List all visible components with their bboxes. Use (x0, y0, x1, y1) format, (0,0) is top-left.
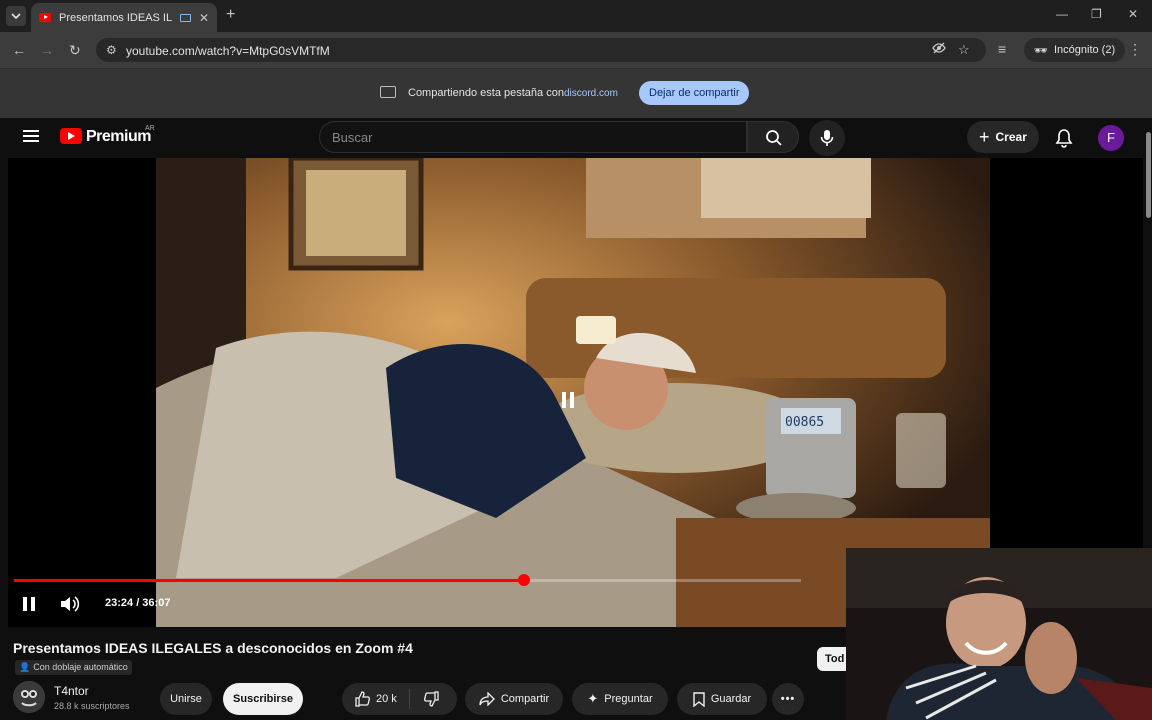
ask-button[interactable]: ✦ Preguntar (572, 683, 668, 715)
webcam-feed (846, 548, 1152, 720)
incognito-label: Incógnito (2) (1053, 44, 1116, 56)
media-controls-icon[interactable]: ≡ (998, 41, 1006, 57)
incognito-badge[interactable]: 🕶 Incógnito (2) (1024, 38, 1126, 62)
tab-sharing-infobar: Compartiendo esta pestaña con discord.co… (0, 68, 1152, 118)
back-icon[interactable]: ← (12, 42, 26, 58)
share-label: Compartir (500, 693, 550, 705)
progress-bar[interactable] (14, 574, 801, 586)
tab-search-button[interactable] (6, 6, 26, 26)
sharing-domain-link[interactable]: discord.com (564, 88, 618, 99)
channel-avatar[interactable] (13, 681, 45, 713)
minimize-icon[interactable]: — (1056, 7, 1068, 21)
screen-share-icon (380, 86, 396, 98)
tab-title: Presentamos IDEAS ILEGAL (59, 11, 172, 24)
subscriber-count: 28.8 k suscriptores (54, 701, 130, 711)
voice-search-button[interactable] (809, 120, 845, 156)
search-icon (766, 130, 782, 146)
reload-icon[interactable]: ↻ (69, 42, 81, 59)
pause-indicator-icon (562, 392, 574, 408)
ask-label: Preguntar (604, 693, 653, 705)
incognito-icon: 🕶 (1034, 44, 1048, 57)
account-avatar[interactable]: F (1098, 125, 1124, 151)
tab-close-icon[interactable]: ✕ (199, 11, 209, 25)
sharing-text: Compartiendo esta pestaña con (408, 87, 564, 99)
like-dislike-group: 20 k (342, 683, 457, 715)
youtube-premium-logo[interactable]: Premium (86, 128, 151, 146)
dislike-icon[interactable] (423, 691, 440, 707)
join-button[interactable]: Unirse (160, 683, 212, 715)
url-text[interactable]: youtube.com/watch?v=MtpG0sVMTfM (126, 44, 330, 58)
scrollbar-thumb[interactable] (1146, 132, 1151, 218)
progress-scrubber[interactable] (517, 574, 530, 586)
eye-off-icon[interactable] (932, 42, 946, 57)
restore-icon[interactable]: ❐ (1091, 7, 1102, 21)
plus-icon: + (979, 126, 990, 147)
like-count[interactable]: 20 k (376, 693, 397, 705)
sparkle-icon: ✦ (587, 691, 599, 706)
video-title: Presentamos IDEAS ILEGALES a desconocido… (13, 640, 413, 656)
share-button[interactable]: Compartir (465, 683, 563, 715)
search-placeholder: Buscar (332, 130, 373, 145)
country-code: AR (145, 125, 155, 132)
tab-strip: Presentamos IDEAS ILEGAL ✕ + — ❐ ✕ (0, 0, 1152, 32)
more-actions-button[interactable]: ••• (772, 683, 804, 715)
microphone-icon (820, 130, 834, 146)
like-icon[interactable] (354, 691, 370, 707)
browser-tab-active[interactable]: Presentamos IDEAS ILEGAL ✕ (31, 3, 217, 32)
site-info-icon[interactable]: ⚙ (106, 43, 117, 57)
new-tab-button[interactable]: + (226, 6, 235, 24)
volume-icon[interactable] (60, 595, 82, 613)
notifications-bell-icon[interactable] (1055, 128, 1073, 148)
auto-dub-badge: 👤 Con doblaje automático (15, 660, 132, 675)
pause-button-icon[interactable] (21, 596, 37, 612)
tab-sharing-icon (179, 13, 191, 22)
dub-person-icon: 👤 (19, 662, 31, 672)
search-button[interactable] (747, 121, 799, 153)
search-input[interactable]: Buscar (319, 121, 747, 153)
bookmark-star-icon[interactable]: ☆ (958, 42, 970, 58)
save-button[interactable]: Guardar (677, 683, 767, 715)
browser-menu-icon[interactable]: ⋮ (1128, 41, 1142, 58)
webcam-overlay (846, 548, 1152, 720)
chevron-down-icon (11, 13, 21, 19)
create-button[interactable]: + Crear (967, 121, 1039, 153)
like-divider (408, 689, 410, 709)
save-label: Guardar (710, 693, 752, 705)
subscribe-button[interactable]: Suscribirse (223, 683, 303, 715)
channel-name[interactable]: T4ntor (54, 684, 89, 698)
create-label: Crear (995, 130, 1027, 144)
youtube-favicon-icon (39, 13, 51, 22)
close-window-icon[interactable]: ✕ (1128, 7, 1138, 21)
dub-badge-label: Con doblaje automático (33, 662, 128, 672)
youtube-header: Premium AR Buscar + Crear F (3, 118, 1143, 158)
share-arrow-icon (479, 692, 495, 706)
time-display: 23:24 / 36:07 (105, 597, 171, 609)
more-horizontal-icon: ••• (780, 693, 796, 705)
stop-sharing-button[interactable]: Dejar de compartir (639, 81, 750, 105)
coin-counter-display: 00865 (785, 415, 824, 430)
bookmark-icon (693, 691, 705, 707)
address-bar[interactable]: ⚙ youtube.com/watch?v=MtpG0sVMTfM ☆ (96, 38, 986, 62)
youtube-logo-icon[interactable] (60, 128, 82, 144)
toolbar: ← → ↻ ⚙ youtube.com/watch?v=MtpG0sVMTfM … (0, 32, 1152, 68)
forward-icon[interactable]: → (40, 42, 54, 58)
menu-icon[interactable] (23, 130, 39, 142)
progress-played (14, 579, 524, 582)
